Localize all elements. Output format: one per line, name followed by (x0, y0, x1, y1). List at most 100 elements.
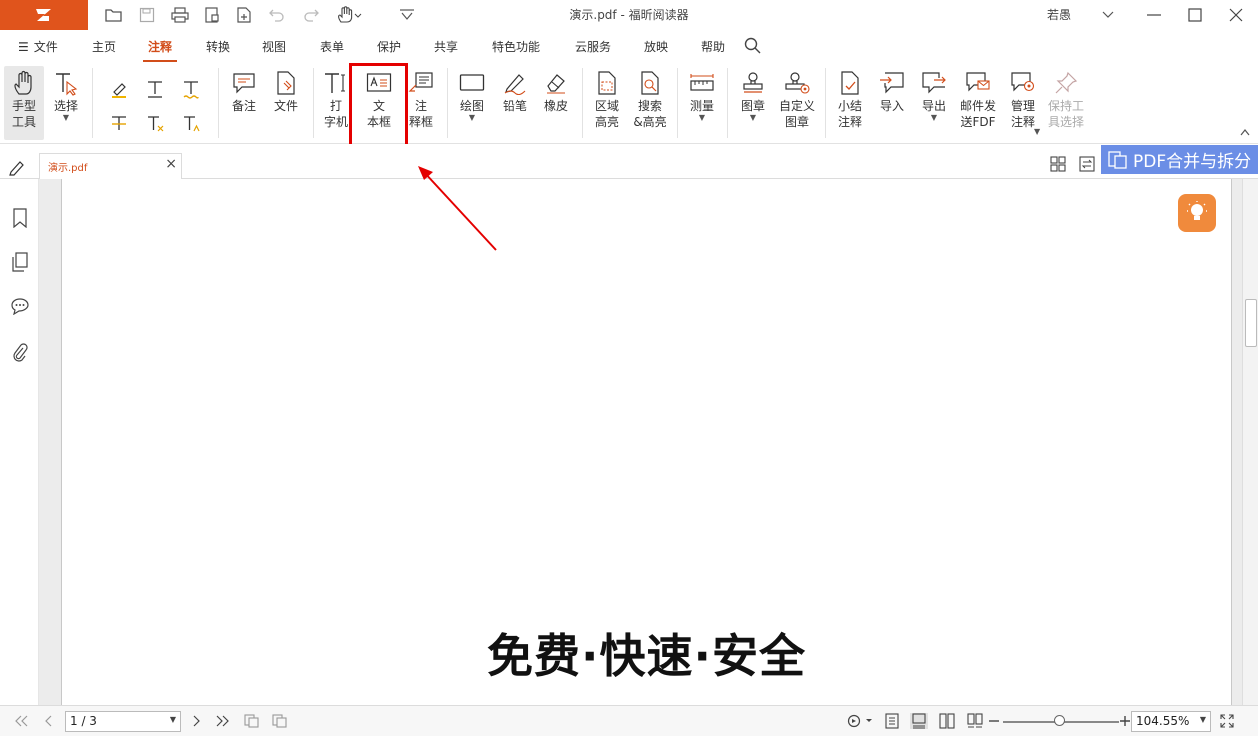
hand-tool-button[interactable]: 手型 工具 (4, 68, 44, 130)
keep-tool-selected-button[interactable]: 保持工 具选择 (1044, 68, 1088, 130)
continuous-facing-icon[interactable] (966, 713, 984, 729)
attach-file-button[interactable]: 文件 (267, 68, 305, 114)
last-page-icon[interactable] (214, 713, 232, 729)
area-highlight-button[interactable]: 区域 高亮 (587, 68, 627, 130)
first-page-icon[interactable] (12, 713, 30, 729)
drawing-button[interactable]: 绘图 ▼ (452, 68, 492, 122)
lightbulb-tip-icon[interactable] (1178, 194, 1216, 232)
search-icon[interactable] (744, 37, 761, 57)
vertical-scrollbar[interactable] (1242, 179, 1258, 705)
zoom-level-value: 104.55% (1136, 714, 1190, 728)
reading-mode-icon[interactable] (846, 713, 874, 729)
previous-page-icon[interactable] (40, 713, 58, 729)
open-icon[interactable] (103, 4, 125, 26)
zoom-out-icon[interactable] (988, 713, 1000, 729)
menu-tab-home[interactable]: 主页 (92, 38, 116, 55)
comments-panel-icon[interactable] (10, 295, 30, 317)
undo-icon[interactable] (266, 4, 288, 26)
summary-icon (830, 68, 870, 98)
email-fdf-button[interactable]: 邮件发 送FDF (955, 68, 1001, 130)
pen-icon[interactable] (8, 159, 26, 181)
import-button[interactable]: 导入 (872, 68, 912, 114)
drawing-dropdown-caret-icon: ▼ (468, 113, 476, 122)
redo-icon[interactable] (300, 4, 322, 26)
menu-file[interactable]: ☰ 文件 (18, 38, 58, 55)
continuous-page-icon[interactable] (910, 713, 928, 729)
ribbon-separator (92, 68, 93, 138)
merge-split-icon (1107, 150, 1129, 170)
menu-tab-present[interactable]: 放映 (644, 38, 668, 55)
scan-icon[interactable] (201, 4, 223, 26)
pencil-button[interactable]: 铅笔 (496, 68, 534, 114)
new-doc-icon[interactable] (233, 4, 255, 26)
print-icon[interactable] (169, 4, 191, 26)
pdf-page[interactable]: 免费·快速·安全 (61, 179, 1232, 705)
custom-stamp-button[interactable]: 自定义 图章 (775, 68, 819, 130)
attachments-paperclip-icon[interactable] (10, 341, 30, 363)
note-button[interactable]: 备注 (225, 68, 263, 114)
pdf-merge-split-label: PDF合并与拆分 (1133, 152, 1252, 172)
menu-tab-form[interactable]: 表单 (320, 38, 344, 55)
maximize-button[interactable] (1175, 0, 1215, 30)
next-view-icon[interactable] (271, 713, 289, 729)
page-dropdown-caret-icon[interactable]: ▼ (170, 715, 176, 724)
app-logo[interactable] (0, 0, 88, 30)
hand-mode-dropdown-icon[interactable] (335, 4, 363, 26)
highlight-text-button[interactable] (108, 74, 130, 104)
pages-thumbnail-icon[interactable] (10, 251, 30, 273)
zoom-dropdown-caret-icon[interactable]: ▼ (1200, 715, 1206, 724)
document-tab-bar: 演示.pdf × (0, 144, 1258, 179)
menu-tab-protect[interactable]: 保护 (377, 38, 401, 55)
strikeout-text-button[interactable] (108, 108, 130, 138)
pdf-merge-split-banner[interactable]: PDF合并与拆分 (1101, 145, 1258, 174)
customize-toolbar-icon[interactable] (396, 4, 418, 26)
page-number-input[interactable]: 1 / 3 ▼ (65, 711, 181, 732)
bookmark-icon[interactable] (10, 207, 30, 229)
document-tab[interactable]: 演示.pdf × (39, 153, 182, 179)
search-highlight-button[interactable]: 搜索 &高亮 (629, 68, 671, 130)
zoom-level-input[interactable]: 104.55% ▼ (1131, 711, 1211, 732)
stamp-button[interactable]: 图章 ▼ (733, 68, 773, 122)
collapse-ribbon-icon[interactable] (1238, 124, 1252, 140)
user-name[interactable]: 若愚 (1047, 6, 1071, 23)
close-button[interactable] (1216, 0, 1256, 30)
menu-file-label: 文件 (33, 40, 58, 54)
zoom-slider-knob[interactable] (1054, 715, 1065, 726)
facing-pages-icon[interactable] (938, 713, 956, 729)
next-page-icon[interactable] (187, 713, 205, 729)
measure-button[interactable]: 测量 ▼ (683, 68, 721, 122)
menu-tab-share[interactable]: 共享 (434, 38, 458, 55)
scrollbar-thumb[interactable] (1245, 299, 1257, 347)
stamp-dropdown-caret-icon: ▼ (749, 113, 757, 122)
grid-view-icon[interactable] (1050, 156, 1066, 176)
fullscreen-icon[interactable] (1218, 713, 1236, 729)
manage-comments-button[interactable]: 管理 注释 ▼ (1002, 68, 1044, 136)
highlighter-icon (108, 74, 130, 104)
export-label: 导出 (921, 99, 946, 113)
switch-view-icon[interactable] (1079, 156, 1095, 176)
zoom-in-icon[interactable] (1119, 713, 1131, 729)
previous-view-icon[interactable] (243, 713, 261, 729)
ribbon-separator (825, 68, 826, 138)
squiggly-text-button[interactable] (180, 74, 202, 104)
underline-text-button[interactable] (144, 74, 166, 104)
menu-tab-features[interactable]: 特色功能 (492, 38, 540, 55)
menu-tab-convert[interactable]: 转换 (206, 38, 230, 55)
menu-tab-cloud[interactable]: 云服务 (575, 38, 611, 55)
single-page-icon[interactable] (883, 713, 901, 729)
minimize-button[interactable] (1134, 0, 1174, 30)
menu-tab-view[interactable]: 视图 (262, 38, 286, 55)
document-viewport[interactable]: 免费·快速·安全 (39, 179, 1242, 705)
menu-tab-help[interactable]: 帮助 (701, 38, 725, 55)
close-tab-icon[interactable]: × (165, 156, 177, 172)
select-tool-button[interactable]: 选择 ▼ (46, 68, 86, 122)
user-menu-chevron-icon[interactable] (1088, 0, 1128, 30)
menu-tab-comment[interactable]: 注释 (148, 38, 172, 55)
export-button[interactable]: 导出 ▼ (914, 68, 954, 122)
eraser-button[interactable]: 橡皮 (537, 68, 575, 114)
summarize-comments-button[interactable]: 小结 注释 (830, 68, 870, 130)
save-icon[interactable] (136, 4, 158, 26)
insert-text-button[interactable] (180, 108, 202, 138)
stamp-label: 图章 (740, 99, 765, 113)
replace-text-button[interactable] (144, 108, 166, 138)
